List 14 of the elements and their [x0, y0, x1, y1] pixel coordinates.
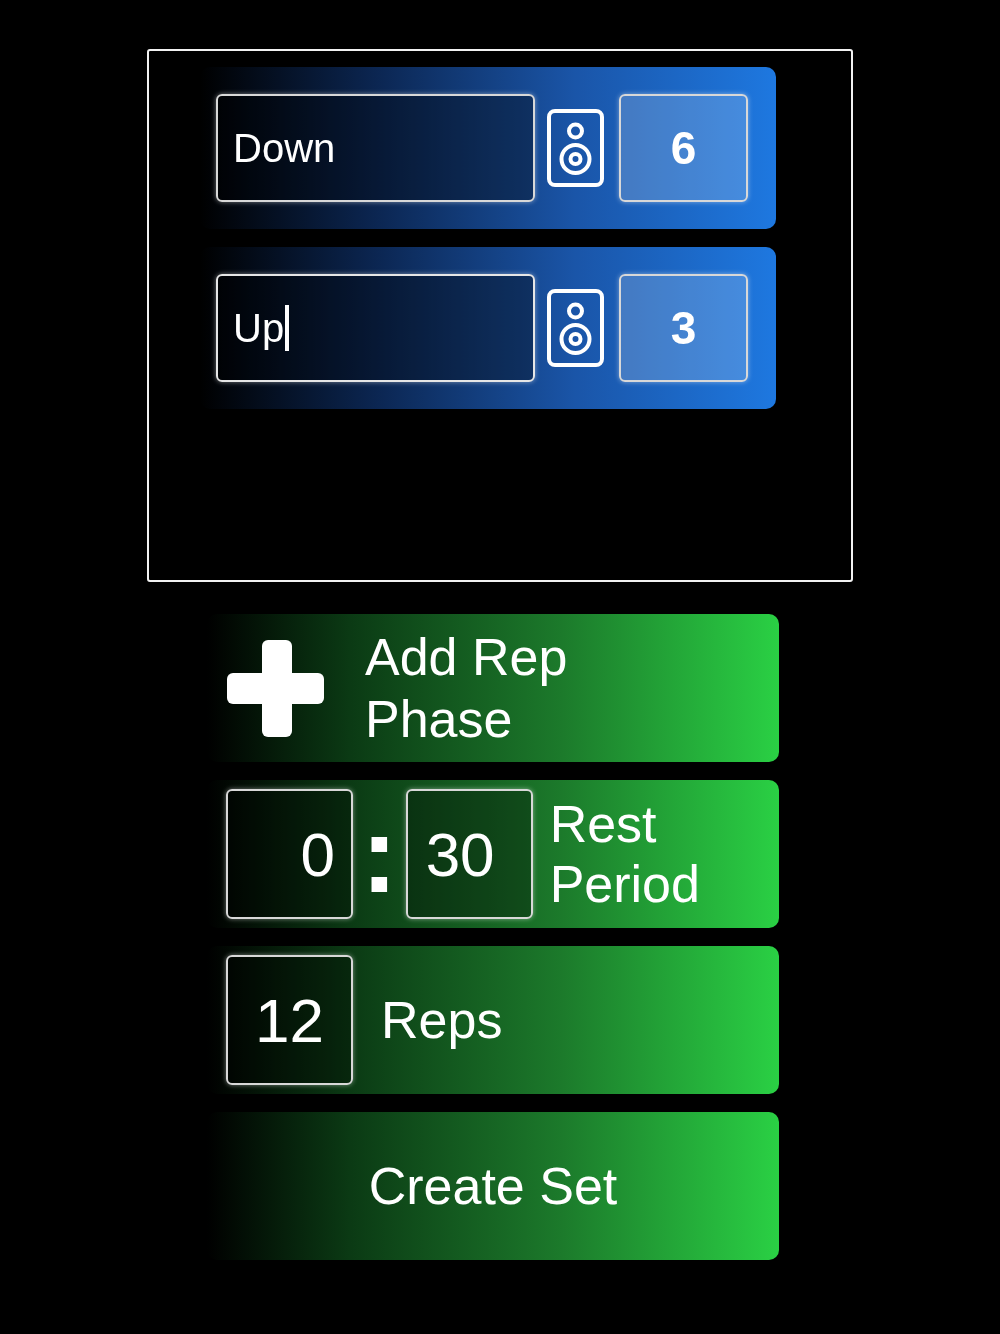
phase-name-field[interactable]: Up — [216, 274, 535, 382]
reps-label: Reps — [381, 990, 503, 1050]
rest-period-label: Rest Period — [549, 794, 701, 914]
time-separator: : — [361, 799, 398, 909]
reps-field[interactable]: 12 — [226, 955, 353, 1085]
speaker-icon[interactable] — [547, 109, 604, 187]
text-cursor — [285, 305, 290, 351]
speaker-icon[interactable] — [547, 289, 604, 367]
phase-count-field[interactable]: 6 — [619, 94, 748, 202]
phase-name-field[interactable]: Down — [216, 94, 535, 202]
plus-icon — [227, 639, 324, 737]
minutes-field[interactable]: 0 — [226, 789, 353, 919]
phase-count-field[interactable]: 3 — [619, 274, 748, 382]
seconds-field[interactable]: 30 — [405, 789, 533, 919]
